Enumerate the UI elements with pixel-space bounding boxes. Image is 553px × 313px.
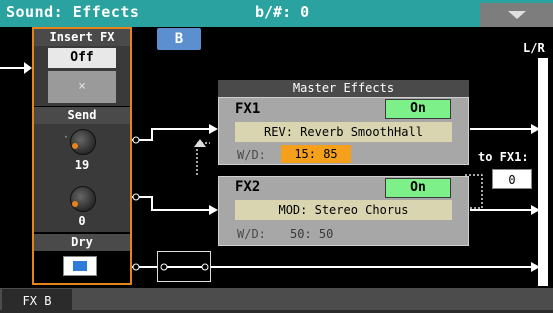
master-effects-header: Master Effects	[218, 80, 469, 97]
dry-toggle[interactable]	[63, 256, 97, 276]
send-knob-1[interactable]	[70, 129, 96, 155]
fx2-wd-label: W/D:	[237, 227, 266, 241]
dry-label: Dry	[34, 234, 130, 251]
insert-fx-off-button[interactable]: Off	[48, 48, 116, 68]
output-meter	[538, 58, 548, 286]
dry-bypass-switch[interactable]	[157, 251, 211, 282]
fx1-wd-label: W/D:	[237, 148, 266, 162]
to-fx1-label: to FX1:	[478, 150, 529, 164]
fx2-on-button[interactable]: On	[385, 178, 451, 198]
to-fx1-value[interactable]: 0	[492, 169, 532, 189]
fx1-name: FX1	[235, 101, 261, 117]
output-label: L/R	[523, 41, 545, 55]
fx1-on-button[interactable]: On	[385, 99, 451, 119]
send-knob-2[interactable]	[70, 186, 96, 212]
send-value-1: 19	[74, 158, 90, 172]
insert-fx-slot-button[interactable]: ×	[48, 71, 116, 103]
send-label: Send	[34, 107, 130, 124]
insert-fx-label: Insert FX	[34, 29, 130, 46]
tab-fx-b[interactable]: FX B	[2, 289, 72, 310]
knob-indicator-1	[72, 143, 78, 149]
fx2-name: FX2	[235, 179, 261, 195]
fx2-wd-value[interactable]: 50: 50	[290, 227, 333, 241]
knob-indicator-2	[72, 201, 78, 207]
fx1-preset-selector[interactable]: REV: Reverb SmoothHall	[235, 122, 452, 142]
fx1-wd-value[interactable]: 15: 85	[281, 145, 351, 163]
send-value-2: 0	[78, 214, 86, 228]
fx2-preset-selector[interactable]: MOD: Stereo Chorus	[235, 200, 452, 220]
knob-tick-icon: ·	[63, 132, 70, 143]
bus-b-button[interactable]: B	[157, 28, 201, 50]
tab-bar	[0, 288, 553, 310]
